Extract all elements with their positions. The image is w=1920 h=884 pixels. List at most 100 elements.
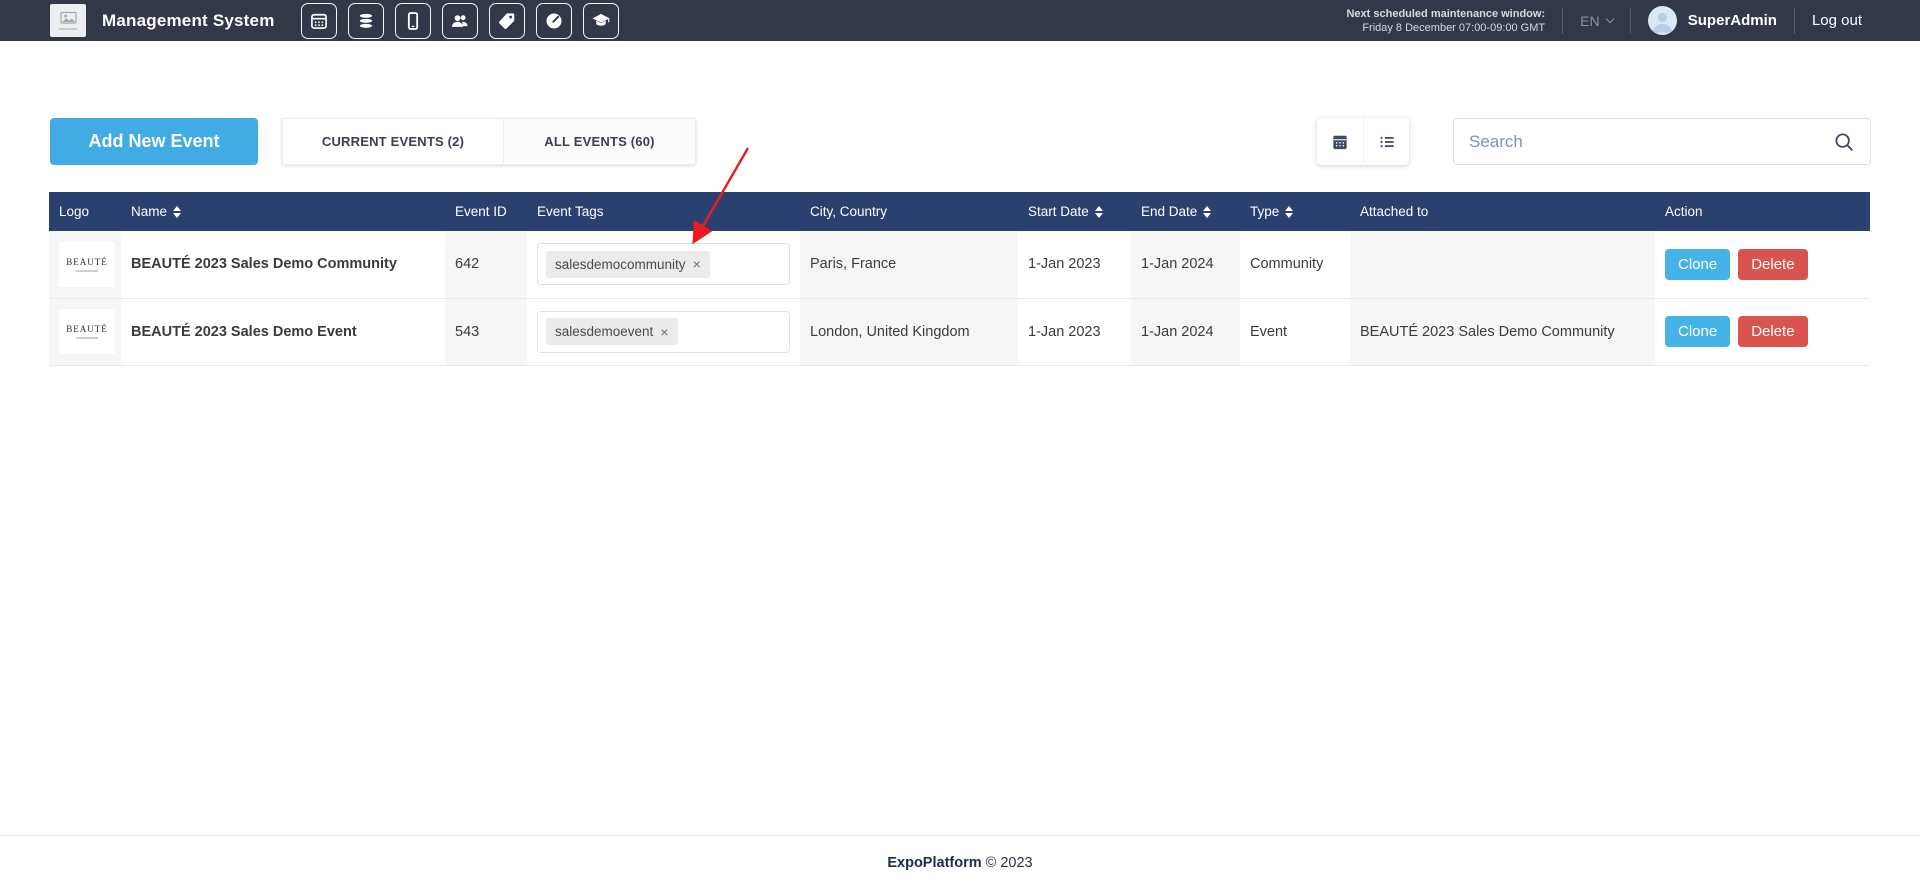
- chevron-down-icon: [1605, 15, 1614, 24]
- navbar-divider: [1630, 8, 1631, 34]
- navbar: Management System: [0, 0, 1920, 41]
- maintenance-line2: Friday 8 December 07:00-09:00 GMT: [1346, 21, 1545, 35]
- nav-database-button[interactable]: [348, 3, 384, 39]
- list-view-button[interactable]: [1363, 118, 1409, 165]
- nav-icon-bar: [301, 3, 619, 39]
- search-input[interactable]: [1469, 132, 1833, 152]
- avatar[interactable]: [1648, 6, 1677, 35]
- event-logo: BEAUTÉ: [59, 242, 115, 287]
- column-header-name[interactable]: Name: [121, 192, 445, 231]
- event-name: BEAUTÉ 2023 Sales Demo Community: [121, 231, 445, 298]
- column-header-start-date[interactable]: Start Date: [1018, 192, 1131, 231]
- column-header-type-label: Type: [1250, 204, 1279, 219]
- language-label: EN: [1580, 13, 1599, 29]
- database-icon: [356, 11, 376, 31]
- delete-button[interactable]: Delete: [1738, 249, 1807, 280]
- clone-button[interactable]: Clone: [1665, 249, 1730, 280]
- footer-brand: ExpoPlatform: [887, 855, 981, 871]
- tag-chip: salesdemoevent ×: [546, 318, 678, 345]
- event-tags-input[interactable]: salesdemoevent ×: [537, 311, 790, 353]
- tag-icon: [497, 11, 517, 31]
- event-type: Event: [1240, 298, 1350, 365]
- add-new-event-button[interactable]: Add New Event: [50, 118, 258, 165]
- column-header-event-id: Event ID: [445, 192, 527, 231]
- end-date: 1-Jan 2024: [1131, 298, 1240, 365]
- remove-tag-icon[interactable]: ×: [660, 327, 668, 337]
- tab-all-events[interactable]: ALL EVENTS (60): [503, 118, 696, 165]
- end-date: 1-Jan 2024: [1131, 231, 1240, 298]
- event-tags-cell: salesdemoevent ×: [527, 298, 800, 365]
- language-selector[interactable]: EN: [1580, 13, 1613, 29]
- event-type: Community: [1240, 231, 1350, 298]
- dashboard-icon: [544, 11, 564, 31]
- nav-tag-button[interactable]: [489, 3, 525, 39]
- logout-button[interactable]: Log out: [1812, 12, 1862, 29]
- logo-cell: BEAUTÉ: [49, 231, 121, 298]
- username[interactable]: SuperAdmin: [1688, 12, 1777, 29]
- search-box: [1453, 118, 1871, 165]
- view-toggle-group: [1317, 118, 1409, 165]
- column-header-type[interactable]: Type: [1240, 192, 1350, 231]
- table-header-row: Logo Name Event ID Event Tags City, Coun…: [49, 192, 1870, 231]
- sort-icon: [1095, 206, 1103, 218]
- event-logo: BEAUTÉ: [59, 309, 115, 354]
- navbar-divider: [1562, 8, 1563, 34]
- sort-icon: [173, 206, 181, 218]
- column-header-name-label: Name: [131, 204, 167, 219]
- image-placeholder-caption: [59, 28, 77, 30]
- brand-logo-placeholder: [50, 4, 86, 37]
- column-header-logo: Logo: [49, 192, 121, 231]
- event-id: 642: [445, 231, 527, 298]
- event-tags-input[interactable]: salesdemocommunity ×: [537, 243, 790, 285]
- action-cell: Clone Delete: [1655, 231, 1870, 298]
- city-country: London, United Kingdom: [800, 298, 1018, 365]
- user-avatar-icon: [1648, 6, 1677, 35]
- delete-button[interactable]: Delete: [1738, 316, 1807, 347]
- tab-current-events[interactable]: CURRENT EVENTS (2): [282, 118, 503, 165]
- event-logo-tagline: [76, 337, 98, 339]
- calendar-view-button[interactable]: [1317, 118, 1363, 165]
- clone-button[interactable]: Clone: [1665, 316, 1730, 347]
- footer: ExpoPlatform © 2023: [0, 835, 1920, 871]
- image-placeholder-icon: [60, 11, 77, 26]
- column-header-start-date-label: Start Date: [1028, 204, 1089, 219]
- sort-icon: [1285, 206, 1293, 218]
- search-icon[interactable]: [1833, 131, 1855, 153]
- navbar-divider: [1794, 8, 1795, 34]
- nav-mobile-button[interactable]: [395, 3, 431, 39]
- column-header-action: Action: [1655, 192, 1870, 231]
- table-row: BEAUTÉ BEAUTÉ 2023 Sales Demo Community …: [49, 231, 1870, 298]
- sort-icon: [1203, 206, 1211, 218]
- event-logo-text: BEAUTÉ: [66, 257, 108, 267]
- event-logo-tagline: [76, 270, 98, 272]
- users-icon: [450, 11, 470, 31]
- event-id: 543: [445, 298, 527, 365]
- education-icon: [591, 11, 611, 31]
- start-date: 1-Jan 2023: [1018, 298, 1131, 365]
- column-header-city-country: City, Country: [800, 192, 1018, 231]
- toolbar-spacer: [696, 118, 1317, 165]
- column-header-attached-to: Attached to: [1350, 192, 1655, 231]
- action-cell: Clone Delete: [1655, 298, 1870, 365]
- tag-chip: salesdemocommunity ×: [546, 251, 710, 278]
- nav-dashboard-button[interactable]: [536, 3, 572, 39]
- tag-chip-label: salesdemoevent: [555, 324, 653, 339]
- app-title: Management System: [102, 11, 275, 31]
- maintenance-notice: Next scheduled maintenance window: Frida…: [1346, 7, 1545, 35]
- footer-copyright: © 2023: [986, 855, 1033, 871]
- column-header-end-date[interactable]: End Date: [1131, 192, 1240, 231]
- attached-to: [1350, 231, 1655, 298]
- nav-calendar-button[interactable]: [301, 3, 337, 39]
- list-view-icon: [1377, 132, 1397, 152]
- mobile-icon: [403, 11, 423, 31]
- maintenance-line1: Next scheduled maintenance window:: [1346, 7, 1545, 21]
- nav-users-button[interactable]: [442, 3, 478, 39]
- event-tags-cell: salesdemocommunity ×: [527, 231, 800, 298]
- city-country: Paris, France: [800, 231, 1018, 298]
- remove-tag-icon[interactable]: ×: [693, 259, 701, 269]
- event-tabs: CURRENT EVENTS (2) ALL EVENTS (60): [282, 118, 696, 165]
- attached-to: BEAUTÉ 2023 Sales Demo Community: [1350, 298, 1655, 365]
- calendar-view-icon: [1330, 132, 1350, 152]
- column-header-event-tags: Event Tags: [527, 192, 800, 231]
- nav-education-button[interactable]: [583, 3, 619, 39]
